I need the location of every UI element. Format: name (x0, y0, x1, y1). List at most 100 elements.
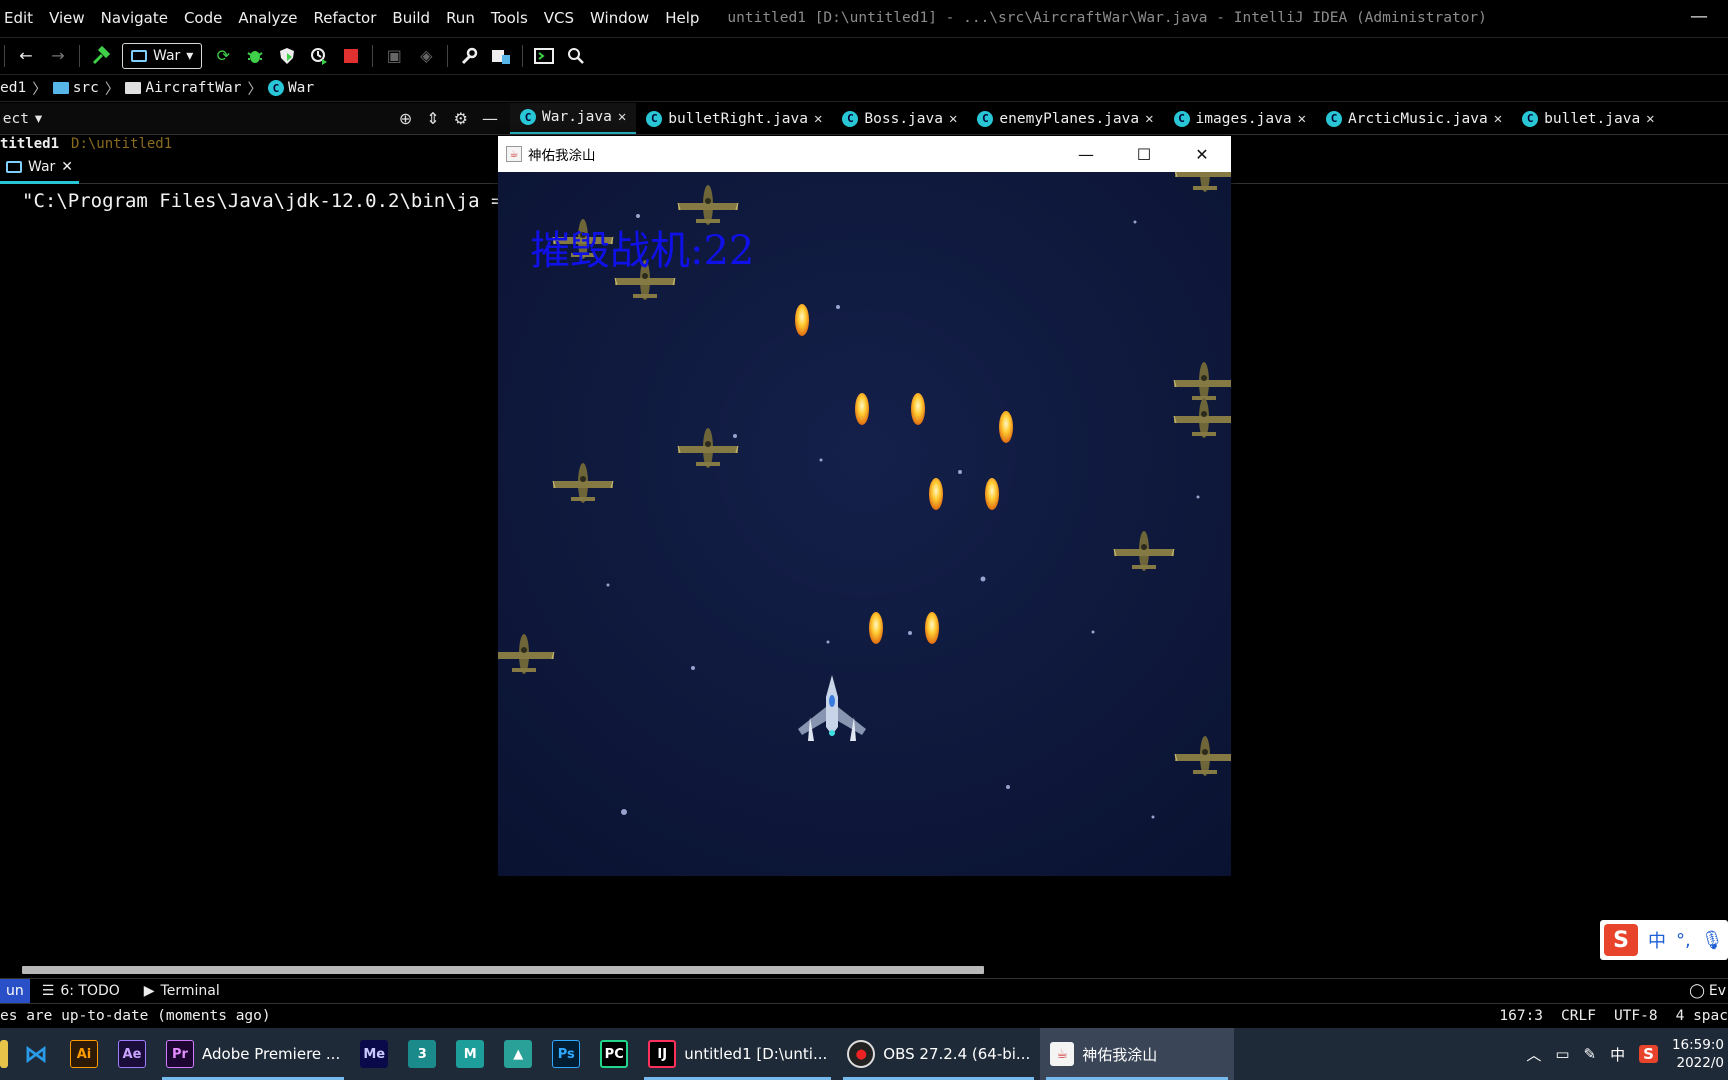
attach-debugger-icon[interactable]: ▣ (383, 45, 405, 67)
ime-punct-label[interactable]: °, (1676, 930, 1691, 951)
close-icon[interactable]: ✕ (814, 111, 822, 127)
taskbar-intellij[interactable]: IJ untitled1 [D:\unti... (638, 1028, 837, 1080)
ime-mode-label[interactable]: 中 (1648, 927, 1666, 953)
minimize-icon[interactable]: — (1057, 136, 1115, 172)
terminal-tool-button[interactable]: ▶ Terminal (132, 979, 232, 1003)
taskbar-media-encoder[interactable]: Me (350, 1028, 398, 1080)
close-icon[interactable]: ✕ (1173, 136, 1231, 172)
tab-arcticmusic-java[interactable]: C ArcticMusic.java ✕ (1316, 103, 1512, 134)
taskbar-after-effects[interactable]: Ae (108, 1028, 156, 1080)
taskbar-java-game[interactable]: ☕ 神佑我涂山 (1040, 1028, 1235, 1080)
tab-label: War.java (542, 109, 612, 125)
close-icon[interactable]: ✕ (618, 109, 626, 125)
project-panel-title[interactable]: ject (0, 111, 29, 127)
menu-window[interactable]: Window (582, 9, 657, 27)
indent-setting[interactable]: 4 spac (1676, 1008, 1728, 1024)
tab-bulletright-java[interactable]: CbulletRight.java ✕ (636, 103, 832, 134)
line-separator[interactable]: CRLF (1561, 1008, 1596, 1024)
taskbar-substance[interactable]: ▲ (494, 1028, 542, 1080)
tab-boss-java[interactable]: C Boss.java ✕ (832, 103, 967, 134)
caret-position[interactable]: 167:3 (1499, 1008, 1543, 1024)
taskbar-3dsmax[interactable]: 3 (398, 1028, 446, 1080)
taskbar-illustrator[interactable]: Ai (60, 1028, 108, 1080)
close-icon[interactable]: ✕ (1298, 111, 1306, 127)
run-config-selector[interactable]: War ▾ (122, 42, 203, 69)
menu-analyze[interactable]: Analyze (230, 9, 305, 27)
breadcrumb-item-class[interactable]: C War (267, 80, 314, 96)
menu-vcs[interactable]: VCS (536, 9, 582, 27)
taskbar-app-partial[interactable] (0, 1028, 12, 1080)
breadcrumb-item-project[interactable]: ed1 (0, 80, 26, 96)
microphone-icon[interactable]: 🎙 (1701, 930, 1724, 951)
locate-target-icon[interactable]: ⊕ (399, 109, 412, 128)
ime-toolbar[interactable]: S 中 °, 🎙 (1600, 920, 1728, 960)
taskbar-pycharm[interactable]: PC (590, 1028, 638, 1080)
illustrator-icon: Ai (70, 1040, 98, 1068)
run-tab-war[interactable]: War ✕ (0, 154, 80, 184)
maximize-icon[interactable]: ☐ (1115, 136, 1173, 172)
rerun-icon[interactable]: ⟳ (212, 45, 234, 67)
close-icon[interactable]: ✕ (61, 159, 73, 175)
close-icon[interactable]: ✕ (1646, 111, 1654, 127)
run-tool-button[interactable]: un (0, 978, 30, 1003)
stop-icon[interactable] (340, 45, 362, 67)
pen-icon[interactable]: ✎ (1584, 1045, 1597, 1063)
tab-label: bullet.java (1544, 110, 1641, 127)
chevron-up-icon[interactable]: ︿ (1526, 1044, 1541, 1065)
project-tree-root[interactable]: titled1 D:\untitled1 (0, 136, 510, 150)
menu-refactor[interactable]: Refactor (305, 9, 384, 27)
settings-wrench-icon[interactable] (458, 45, 480, 67)
hide-panel-icon[interactable]: — (482, 109, 498, 128)
terminal-window-icon[interactable] (533, 45, 555, 67)
intellij-icon: IJ (648, 1040, 677, 1068)
menu-build[interactable]: Build (384, 9, 438, 27)
status-bar: es are up-to-date (moments ago) 167:3 CR… (0, 1003, 1728, 1027)
collapse-all-icon[interactable]: ⇕ (426, 109, 439, 128)
forward-arrow-icon[interactable]: → (47, 45, 69, 67)
close-icon[interactable]: ✕ (1494, 111, 1502, 127)
breadcrumb-item-src[interactable]: src (52, 80, 99, 96)
close-icon[interactable]: ✕ (949, 111, 957, 127)
profile-icon[interactable] (308, 45, 330, 67)
back-arrow-icon[interactable]: ← (15, 45, 37, 67)
menu-help[interactable]: Help (657, 9, 707, 27)
event-log-button[interactable]: ◯ Ev (1689, 979, 1728, 1003)
tab-label: images.java (1195, 110, 1292, 127)
input-language[interactable]: 中 (1610, 1044, 1625, 1065)
taskbar-maya[interactable]: M (446, 1028, 494, 1080)
project-structure-icon[interactable] (490, 45, 512, 67)
taskbar-photoshop[interactable]: Ps (542, 1028, 590, 1080)
console-horizontal-scrollbar[interactable] (22, 966, 984, 974)
battery-icon[interactable]: ▭ (1555, 1045, 1569, 1063)
breadcrumb-item-package[interactable]: AircraftWar (125, 80, 241, 96)
minimize-icon[interactable]: — (1690, 6, 1708, 27)
debug-bug-icon[interactable] (244, 45, 266, 67)
chevron-down-icon[interactable]: ▾ (35, 111, 42, 127)
close-icon[interactable]: ✕ (1145, 111, 1153, 127)
menu-code[interactable]: Code (176, 9, 230, 27)
clock[interactable]: 16:59:0 2022/0 (1672, 1036, 1724, 1072)
tab-images-java[interactable]: Cimages.java ✕ (1164, 103, 1316, 134)
tab-bullet-java[interactable]: Cbullet.java ✕ (1512, 103, 1664, 134)
menu-run[interactable]: Run (438, 9, 483, 27)
game-titlebar[interactable]: ☕ 神佑我涂山 — ☐ ✕ (498, 136, 1231, 172)
build-hammer-icon[interactable] (90, 45, 112, 67)
todo-tool-button[interactable]: ☰ 6: TODO (30, 979, 132, 1003)
menu-navigate[interactable]: Navigate (93, 9, 176, 27)
taskbar-premiere[interactable]: Pr Adobe Premiere ... (156, 1028, 350, 1080)
taskbar-obs[interactable]: ● OBS 27.2.4 (64-bi... (837, 1028, 1040, 1080)
hotswap-icon[interactable]: ◈ (415, 45, 437, 67)
file-encoding[interactable]: UTF-8 (1614, 1008, 1658, 1024)
gear-icon[interactable]: ⚙ (454, 109, 468, 128)
tab-war-java[interactable]: C War.java ✕ (510, 103, 637, 134)
menu-tools[interactable]: Tools (483, 9, 536, 27)
taskbar-vscode[interactable]: ⋈ (12, 1028, 60, 1080)
tab-enemyplanes-java[interactable]: CenemyPlanes.java ✕ (967, 103, 1163, 134)
menu-view[interactable]: View (41, 9, 93, 27)
menu-edit[interactable]: Edit (0, 9, 41, 27)
coverage-shield-icon[interactable] (276, 45, 298, 67)
folder-icon (52, 82, 69, 94)
sogou-tray-icon[interactable]: S (1639, 1045, 1658, 1063)
game-canvas[interactable]: 摧毁战机:22 (498, 172, 1231, 876)
search-icon[interactable] (565, 45, 587, 67)
